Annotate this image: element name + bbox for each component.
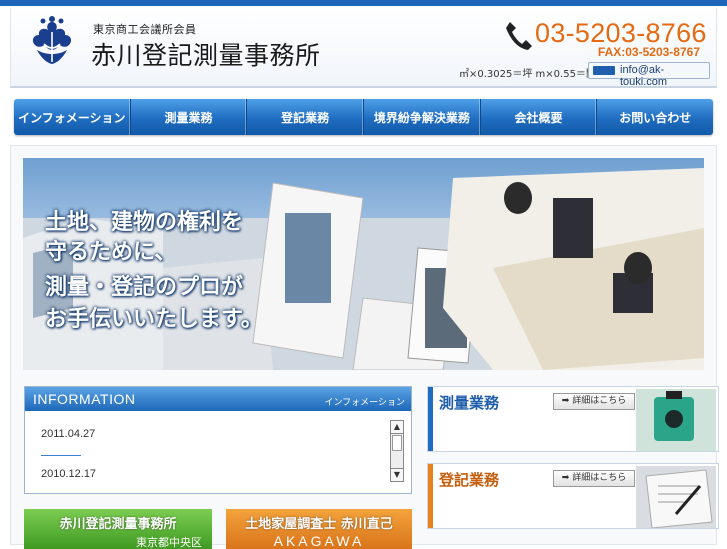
- surveyor-banner[interactable]: 土地家屋調査士 赤川直己 AKAGAWA: [226, 509, 412, 549]
- office-banner-subtitle: 東京都中央区: [136, 536, 202, 549]
- service-card-survey[interactable]: 測量業務 ➡ 詳細はこちら: [427, 386, 719, 452]
- office-banner[interactable]: 赤川登記測量事務所 東京都中央区: [24, 509, 212, 549]
- hero-headline-line-2: 守るために、: [45, 240, 177, 265]
- news-scrollbar[interactable]: ▲ ▼: [390, 420, 404, 482]
- surveyor-banner-title: 土地家屋調査士 赤川直己: [245, 517, 393, 532]
- hero-headline-line-3: 測量・登記のプロが: [45, 275, 244, 300]
- main-navigation: インフォメーション 測量業務 登記業務 境界紛争解決業務 会社概要 お問い合わせ: [14, 99, 713, 135]
- site-header: 東京商工会議所会員 赤川登記測量事務所 03-5203-8766 FAX:03-…: [10, 8, 717, 88]
- top-accent-bar: [0, 0, 727, 6]
- information-header: INFORMATION インフォメーション: [25, 387, 411, 411]
- service-card-registration[interactable]: 登記業務 ➡ 詳細はこちら: [427, 463, 719, 529]
- service-accent-bar: [428, 464, 433, 528]
- nav-item-information[interactable]: インフォメーション: [14, 99, 131, 135]
- email-link[interactable]: info@ak-touki.com: [588, 62, 710, 88]
- fax-number: FAX:03-5203-8767: [597, 45, 700, 59]
- nav-item-contact[interactable]: お問い合わせ: [597, 99, 713, 135]
- information-panel: INFORMATION インフォメーション 2011.04.27 2010.12…: [24, 386, 412, 494]
- hero-headline-line-4: お手伝いいたします。: [45, 307, 263, 332]
- nav-item-company[interactable]: 会社概要: [481, 99, 598, 135]
- information-subtitle: インフォメーション: [324, 398, 405, 408]
- unit-conversion-note: ㎡×0.3025＝坪 m×0.55＝間: [459, 69, 596, 80]
- service-title: 登記業務: [439, 471, 500, 489]
- paulownia-crest-logo: [32, 16, 72, 64]
- company-name: 赤川登記測量事務所: [91, 41, 321, 70]
- news-divider: [41, 455, 81, 456]
- registration-details-button[interactable]: ➡ 詳細はこちら: [553, 470, 635, 487]
- survey-details-button[interactable]: ➡ 詳細はこちら: [553, 393, 635, 410]
- office-banner-title: 赤川登記測量事務所: [59, 517, 177, 532]
- scroll-thumb[interactable]: [392, 435, 402, 451]
- service-title: 測量業務: [439, 394, 500, 412]
- nav-item-boundary-dispute[interactable]: 境界紛争解決業務: [364, 99, 481, 135]
- email-address: info@ak-touki.com: [620, 64, 668, 88]
- surveying-instrument-photo: [636, 389, 716, 451]
- service-accent-bar: [428, 387, 433, 451]
- nav-item-registration[interactable]: 登記業務: [247, 99, 365, 135]
- news-date[interactable]: 2011.04.27: [41, 428, 95, 440]
- hero-banner: 土地、建物の権利を 守るために、 測量・登記のプロが お手伝いいたします。: [23, 158, 704, 370]
- surveyor-banner-subtitle: AKAGAWA: [273, 533, 365, 549]
- scroll-down-arrow-icon[interactable]: ▼: [391, 468, 403, 481]
- scroll-up-arrow-icon[interactable]: ▲: [391, 421, 403, 434]
- news-date[interactable]: 2010.12.17: [41, 468, 96, 480]
- mail-icon: [593, 66, 615, 75]
- nav-item-survey[interactable]: 測量業務: [131, 99, 248, 135]
- document-signing-photo: [636, 466, 716, 528]
- chamber-member-label: 東京商工会議所会員: [93, 23, 197, 36]
- phone-icon: [506, 22, 532, 50]
- information-title: INFORMATION: [33, 391, 136, 407]
- hero-headline-line-1: 土地、建物の権利を: [45, 210, 244, 235]
